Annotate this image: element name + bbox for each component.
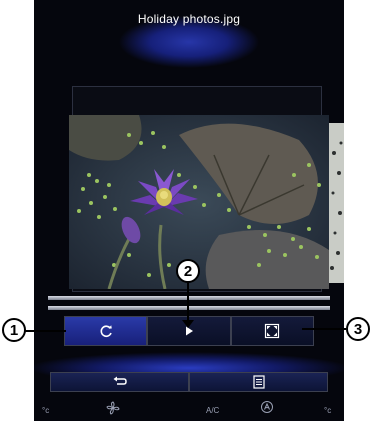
callout-3: 3 [346, 317, 370, 341]
callout-1: 1 [2, 318, 26, 342]
fullscreen-icon [265, 323, 280, 339]
back-arrow-icon [113, 376, 127, 385]
water-lily-photo [69, 115, 329, 289]
divider-bottom [48, 306, 330, 310]
repeat-icon [100, 325, 112, 337]
divider-top [48, 296, 330, 300]
callout-1-leader [22, 330, 66, 332]
fan-icon[interactable] [106, 401, 120, 417]
list-menu-icon [252, 375, 265, 389]
partial-next-photo [329, 123, 344, 283]
multimedia-screen: Holiday photos.jpg °c A/C °c [34, 0, 344, 421]
auto-climate-icon[interactable] [260, 400, 274, 416]
fullscreen-button[interactable] [230, 316, 314, 346]
ac-label[interactable]: A/C [206, 406, 219, 415]
bottom-nav [50, 372, 328, 392]
photo-filename: Holiday photos.jpg [137, 12, 241, 26]
left-temp-unit: °c [42, 406, 50, 415]
climate-bar: °c A/C °c [34, 398, 344, 421]
callout-3-leader [302, 328, 346, 330]
right-temp-unit: °c [324, 406, 332, 415]
callout-2: 2 [176, 259, 200, 283]
callout-2-arrowhead [182, 320, 194, 328]
next-photo-preview[interactable] [329, 123, 344, 283]
repeat-button[interactable] [64, 316, 148, 346]
back-button[interactable] [50, 372, 189, 392]
menu-button[interactable] [189, 372, 328, 392]
photo-display[interactable] [69, 115, 329, 289]
